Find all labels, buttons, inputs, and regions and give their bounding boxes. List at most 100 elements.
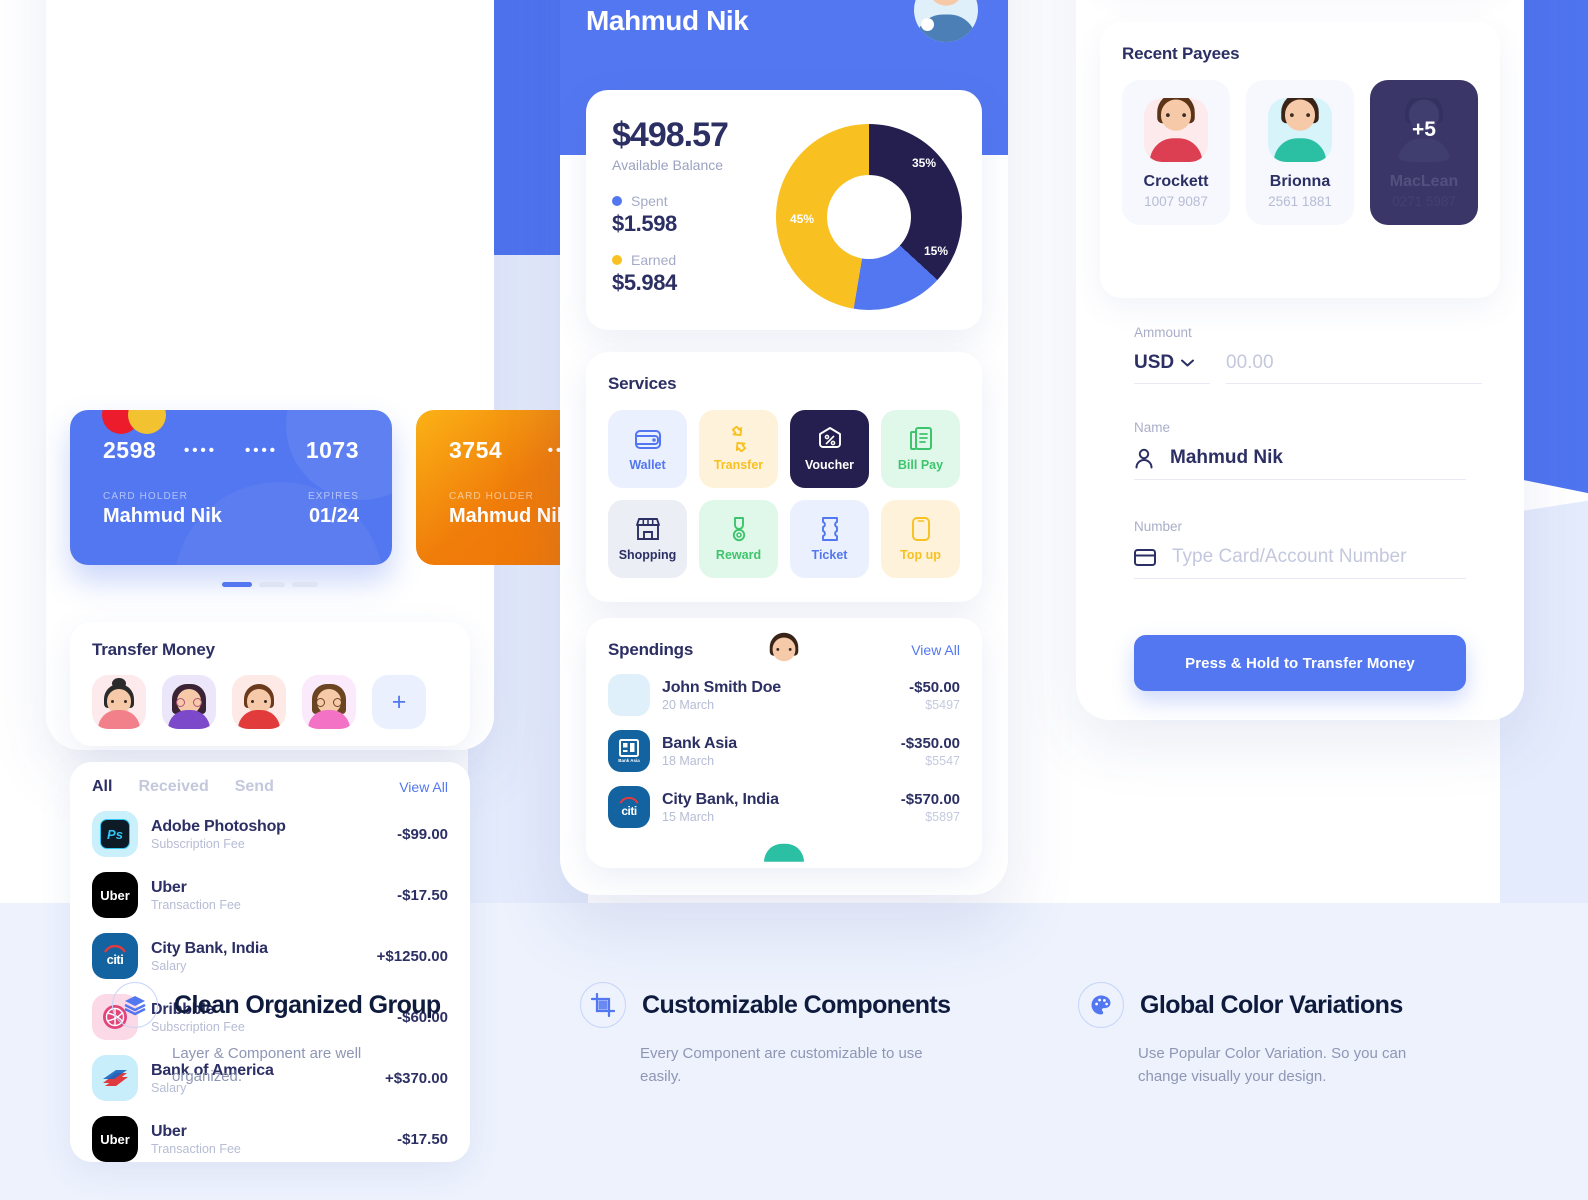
- transaction-row[interactable]: citi City Bank, India Salary +$1250.00: [92, 933, 448, 979]
- transaction-row[interactable]: Ps Adobe Photoshop Subscription Fee -$99…: [92, 811, 448, 857]
- number-input[interactable]: Type Card/Account Number: [1134, 546, 1466, 579]
- top-up-icon: [911, 517, 930, 541]
- transfer-contact-avatar-4[interactable]: [302, 675, 356, 729]
- transfer-contact-avatar-2[interactable]: [162, 675, 216, 729]
- payee-card-more[interactable]: +5 MacLean 0271 5987: [1370, 80, 1478, 225]
- credit-card-mastercard[interactable]: 2598 •••• •••• 1073 CARD HOLDER Mahmud N…: [70, 410, 392, 565]
- crop-icon: [580, 982, 626, 1028]
- greeting-hello: Hello!: [586, 0, 748, 4]
- service-label: Voucher: [804, 458, 855, 472]
- transaction-amount: -$17.50: [397, 1130, 448, 1148]
- avatar-maclean: +5: [1392, 98, 1456, 162]
- card-footer: CARD HOLDER Mahmud Nik EXPIRES 01/24: [70, 491, 392, 528]
- payee-name: Brionna: [1269, 173, 1331, 190]
- service-label: Reward: [715, 548, 762, 562]
- name-input[interactable]: Mahmud Nik: [1134, 447, 1466, 480]
- service-reward[interactable]: Reward: [699, 500, 778, 578]
- citi-bank-icon: citi: [92, 933, 138, 979]
- payee-number: 0271 5987: [1392, 194, 1456, 209]
- pager-dot-1[interactable]: [222, 582, 252, 587]
- transfer-money-title: Transfer Money: [92, 640, 215, 659]
- add-contact-button[interactable]: +: [372, 675, 426, 729]
- transfer-icon: [731, 426, 746, 452]
- avatar-john-icon: [608, 632, 804, 862]
- balance-donut-chart: 35% 15% 45%: [776, 124, 962, 310]
- mastercard-icon: [102, 410, 166, 434]
- transactions-tabs: All Received Send View All: [92, 778, 448, 796]
- service-bill-pay[interactable]: Bill Pay: [881, 410, 960, 488]
- payee-more-badge: +5: [1412, 118, 1436, 141]
- transaction-subtitle: Transaction Fee: [151, 897, 241, 912]
- card-carousel-pager[interactable]: [46, 582, 494, 587]
- transfer-money-submit-button[interactable]: Press & Hold to Transfer Money: [1134, 635, 1466, 691]
- transaction-amount: -$99.00: [397, 825, 448, 843]
- amount-field-group: Ammount USD 00.00: [1134, 325, 1482, 384]
- spending-row[interactable]: John Smith Doe 20 March -$50.00 $5497: [608, 632, 960, 862]
- service-label: Wallet: [629, 458, 666, 472]
- feature-title: Customizable Components: [642, 990, 951, 1019]
- feature-description: Every Component are customizable to use …: [640, 1045, 923, 1085]
- legend-dot-spent: [612, 196, 622, 206]
- feature-clean-organized-group: Clean Organized Group Layer & Component …: [112, 982, 441, 1088]
- service-shopping[interactable]: Shopping: [608, 500, 687, 578]
- legend-dot-earned: [612, 255, 622, 265]
- tab-received[interactable]: Received: [138, 778, 208, 796]
- voucher-icon: [818, 427, 841, 448]
- payee-name: MacLean: [1389, 173, 1459, 190]
- pager-dot-3[interactable]: [292, 582, 318, 587]
- chevron-down-icon: [1181, 359, 1195, 367]
- feature-description: Use Popular Color Variation. So you can …: [1138, 1045, 1407, 1085]
- service-label: Bill Pay: [897, 458, 944, 472]
- layers-icon: [112, 982, 158, 1028]
- transfer-contact-avatar-1[interactable]: [92, 675, 146, 729]
- card-number-mask-1: ••••: [184, 442, 218, 459]
- card-holder-label: CARD HOLDER: [449, 491, 534, 502]
- legend-label-spent: Spent: [631, 193, 668, 209]
- card-holder-name: Mahmud Nik: [103, 505, 222, 527]
- service-transfer[interactable]: Transfer: [699, 410, 778, 488]
- service-voucher[interactable]: Voucher: [790, 410, 869, 488]
- transaction-row[interactable]: Uber Uber Transaction Fee -$17.50: [92, 872, 448, 918]
- transaction-row[interactable]: Uber Uber Transaction Fee -$17.50: [92, 1116, 448, 1162]
- transaction-name: City Bank, India: [151, 939, 268, 957]
- recent-payees-panel: Recent Payees Crockett 1007 9087 Brionna…: [1100, 22, 1500, 298]
- payee-card-crockett[interactable]: Crockett 1007 9087: [1122, 80, 1230, 225]
- phone-screen-dashboard: 3754 •••• •••• CARD HOLDER Mahmud Nik EX…: [46, 0, 738, 1162]
- feature-title: Global Color Variations: [1140, 990, 1403, 1019]
- pager-dot-2[interactable]: [259, 582, 285, 587]
- card-number-start: 2598: [103, 437, 157, 463]
- transaction-name: Uber: [151, 1122, 187, 1140]
- services-title: Services: [608, 374, 677, 393]
- services-card: Services Wallet Transfer Voucher Bill Pa…: [586, 352, 982, 602]
- currency-select[interactable]: USD: [1134, 352, 1210, 384]
- card-expires-value: 01/24: [308, 505, 359, 527]
- tab-send[interactable]: Send: [235, 778, 274, 796]
- user-avatar-glasses[interactable]: [914, 0, 978, 42]
- wallet-icon: [634, 430, 661, 449]
- tab-all[interactable]: All: [92, 778, 112, 796]
- transactions-view-all-link[interactable]: View All: [399, 779, 448, 795]
- payee-number: 2561 1881: [1268, 194, 1332, 209]
- card-expires-label: EXPIRES: [307, 491, 359, 502]
- name-field-group: Name Mahmud Nik: [1134, 420, 1466, 480]
- amount-input[interactable]: 00.00: [1226, 352, 1482, 384]
- service-label: Shopping: [618, 548, 677, 562]
- transfer-contact-avatar-3[interactable]: [232, 675, 286, 729]
- card-holder-label: CARD HOLDER: [103, 491, 188, 502]
- adobe-photoshop-icon: Ps: [92, 811, 138, 857]
- currency-value: USD: [1134, 352, 1175, 373]
- service-label: Ticket: [811, 548, 848, 562]
- card-holder-name: Mahmud Nik: [449, 505, 568, 527]
- feature-global-color-variations: Global Color Variations Use Popular Colo…: [1078, 982, 1448, 1088]
- transaction-subtitle: Transaction Fee: [151, 1141, 241, 1156]
- feature-description: Layer & Component are well organized.: [172, 1045, 362, 1085]
- service-top-up[interactable]: Top up: [881, 500, 960, 578]
- spendings-card: Spendings View All John Smith Doe 20 Mar…: [586, 618, 982, 868]
- payee-card-brionna[interactable]: Brionna 2561 1881: [1246, 80, 1354, 225]
- card-number-end: 1073: [305, 437, 359, 463]
- ticket-icon: [821, 517, 838, 541]
- donut-label-45: 45%: [790, 212, 815, 226]
- service-wallet[interactable]: Wallet: [608, 410, 687, 488]
- service-ticket[interactable]: Ticket: [790, 500, 869, 578]
- transaction-name: Uber: [151, 878, 187, 896]
